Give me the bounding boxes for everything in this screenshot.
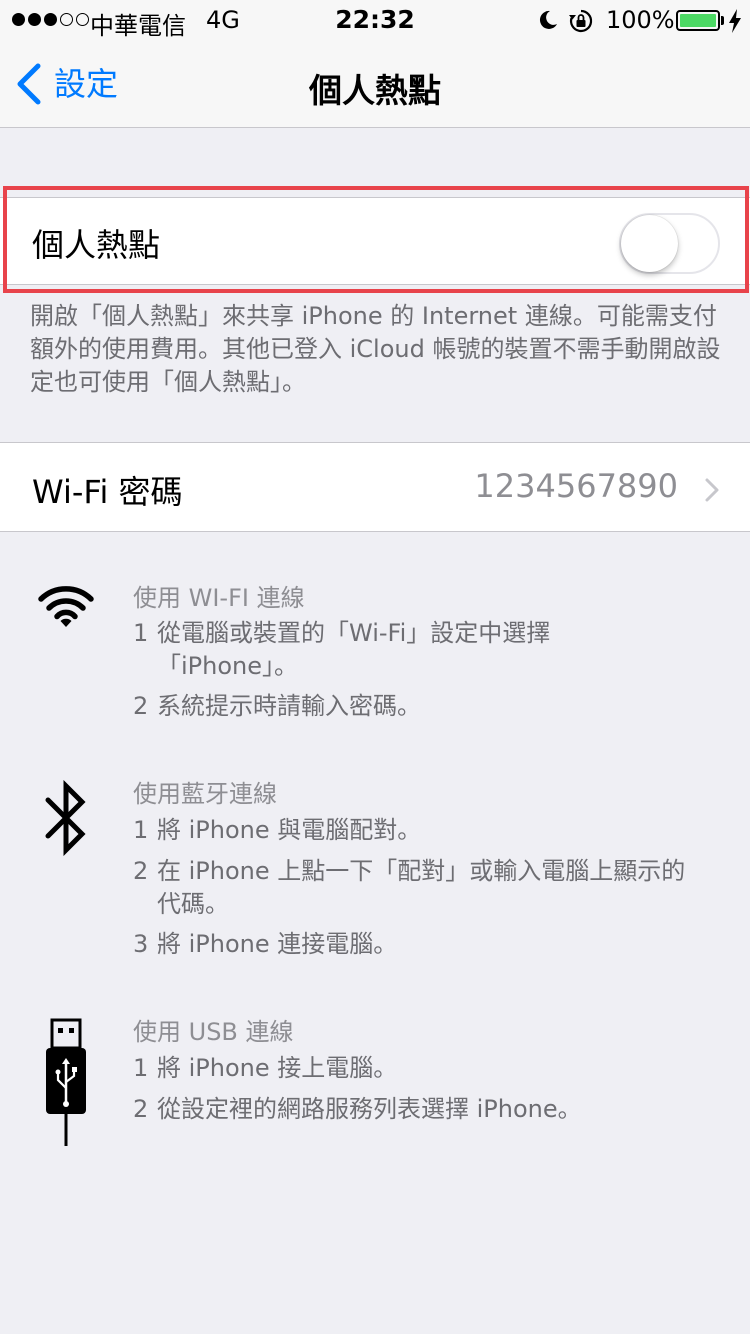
wifi-password-cell[interactable]: Wi-Fi 密碼 1234567890: [0, 442, 750, 532]
hotspot-label: 個人熱點: [32, 226, 161, 264]
usb-icon: [46, 1018, 86, 1146]
bluetooth-step-3: 3將 iPhone 連接電腦。: [133, 930, 398, 958]
do-not-disturb-icon: [539, 10, 557, 29]
page-title: 個人熱點: [309, 71, 441, 110]
hotspot-cell: 個人熱點: [0, 197, 750, 285]
wifi-step-1: 1 從電腦或裝置的「Wi-Fi」設定中選擇 「iPhone」。: [133, 619, 551, 680]
hotspot-toggle[interactable]: [619, 213, 720, 274]
bluetooth-section-title: 使用藍牙連線: [133, 780, 277, 808]
usb-step-2: 2 從設定裡的網路服務列表選擇 iPhone。: [133, 1095, 582, 1123]
bluetooth-icon: [45, 780, 86, 856]
bluetooth-step-2: 2在 iPhone 上點一下「配對」或輸入電腦上顯示的 代碼。: [133, 857, 686, 918]
chevron-right-icon: [705, 478, 719, 502]
charging-bolt-icon: [729, 9, 741, 33]
wifi-step-2: 2 系統提示時請輸入密碼。: [133, 692, 421, 720]
wifi-icon: [38, 586, 94, 627]
battery-nub: [721, 16, 724, 25]
status-bar: 中華電信 4G 22:32 100%: [0, 0, 750, 40]
rotation-lock-icon: [569, 9, 593, 33]
wifi-password-value: 1234567890: [474, 467, 678, 505]
wifi-section-title: 使用 WI-FI 連線: [133, 584, 305, 612]
navigation-bar: 設定 個人熱點: [0, 40, 750, 128]
usb-section-title: 使用 USB 連線: [133, 1018, 294, 1046]
battery-icon: [676, 10, 720, 31]
toggle-knob: [621, 215, 678, 272]
usb-step-1: 1將 iPhone 接上電腦。: [133, 1054, 398, 1082]
bluetooth-step-1: 1將 iPhone 與電腦配對。: [133, 816, 422, 844]
hotspot-note: 開啟「個人熱點」來共享 iPhone 的 Internet 連線。可能需支付額外…: [30, 302, 721, 396]
battery-percentage: 100%: [606, 6, 675, 34]
wifi-password-label: Wi-Fi 密碼: [32, 473, 183, 511]
